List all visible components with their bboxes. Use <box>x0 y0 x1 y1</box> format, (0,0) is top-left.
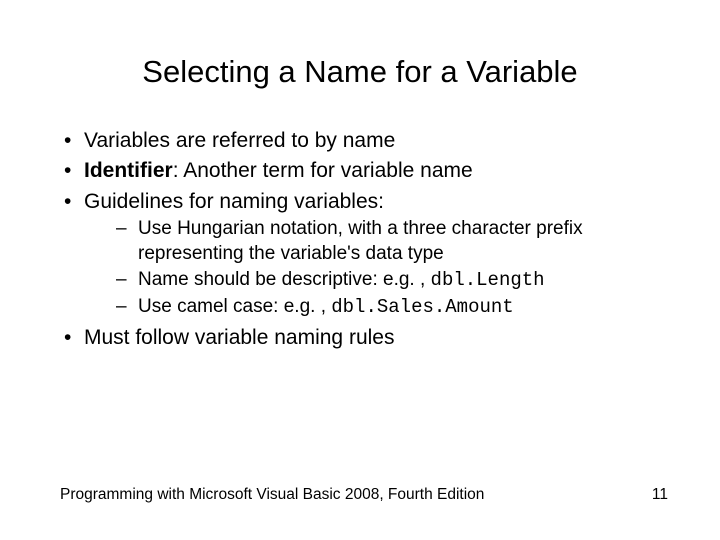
sub-bullet-text: Name should be descriptive: e.g. , <box>138 269 431 290</box>
slide: Selecting a Name for a Variable Variable… <box>0 0 720 540</box>
bullet-item: Must follow variable naming rules <box>60 324 670 351</box>
sub-bullet-text: Use Hungarian notation, with a three cha… <box>138 218 583 264</box>
footer-left: Programming with Microsoft Visual Basic … <box>60 486 484 504</box>
slide-body: Variables are referred to by name Identi… <box>60 127 670 354</box>
bullet-text: : Another term for variable name <box>173 159 473 182</box>
bullet-item: Variables are referred to by name <box>60 127 670 154</box>
bullet-text: Guidelines for naming variables: <box>84 190 384 213</box>
slide-title: Selecting a Name for a Variable <box>0 54 720 90</box>
code-text: dbl.Sales.Amount <box>331 296 513 318</box>
sub-bullet-item: Use Hungarian notation, with a three cha… <box>84 217 670 266</box>
sub-bullet-item: Name should be descriptive: e.g. , dbl.L… <box>84 268 670 293</box>
bullet-list: Variables are referred to by name Identi… <box>60 127 670 351</box>
bullet-text: Must follow variable naming rules <box>84 326 394 349</box>
bullet-item: Guidelines for naming variables: Use Hun… <box>60 188 670 320</box>
sub-bullet-list: Use Hungarian notation, with a three cha… <box>84 217 670 320</box>
code-text: dbl.Length <box>431 269 545 291</box>
bullet-text-bold: Identifier <box>84 159 173 182</box>
page-number: 11 <box>652 486 668 504</box>
sub-bullet-text: Use camel case: e.g. , <box>138 296 331 317</box>
sub-bullet-item: Use camel case: e.g. , dbl.Sales.Amount <box>84 295 670 320</box>
bullet-text: Variables are referred to by name <box>84 129 395 152</box>
bullet-item: Identifier: Another term for variable na… <box>60 157 670 184</box>
